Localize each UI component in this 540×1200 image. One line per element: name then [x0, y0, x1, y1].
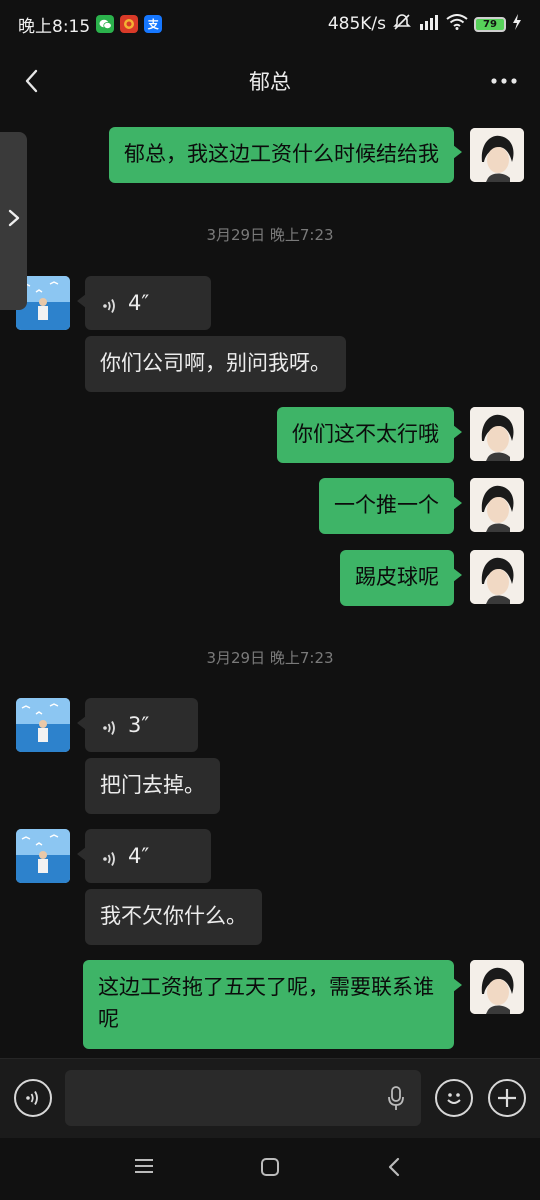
my-avatar[interactable] [470, 960, 524, 1014]
my-avatar[interactable] [470, 407, 524, 461]
voice-duration: 4″ [128, 291, 150, 315]
voice-message[interactable]: 3″ [77, 698, 198, 752]
message-bubble[interactable]: 踢皮球呢 [340, 550, 462, 606]
message-row: 4″ [0, 276, 540, 330]
message-bubble[interactable]: 我不欠你什么。 [85, 889, 262, 945]
voice-toggle-button[interactable] [14, 1079, 52, 1117]
message-bubble[interactable]: 把门去掉。 [85, 758, 220, 814]
voice-wave-icon [100, 293, 120, 313]
more-icon[interactable] [490, 66, 518, 102]
wechat-icon [96, 15, 115, 33]
message-bubble[interactable]: 你们这不太行哦 [277, 407, 462, 463]
charging-icon [512, 13, 522, 35]
chevron-right-icon [7, 208, 21, 234]
chat-area[interactable]: 郁总，我这边工资什么时候结给我 3月29日 晚上7:23 4″ 你们公司啊，别问… [0, 114, 540, 1058]
message-row: 踢皮球呢 [0, 550, 540, 606]
mute-icon [392, 12, 412, 37]
my-avatar[interactable] [470, 478, 524, 532]
message-row: 这边工资拖了五天了呢，需要联系谁呢 [0, 960, 540, 1049]
message-row: 把门去掉。 [0, 758, 540, 814]
voice-duration: 4″ [128, 844, 150, 868]
voice-message[interactable]: 4″ [77, 829, 211, 883]
signal-icon [418, 14, 440, 35]
battery-icon: 79 [474, 16, 506, 32]
menu-icon[interactable] [133, 1156, 155, 1182]
home-icon[interactable] [259, 1156, 281, 1184]
emoji-button[interactable] [435, 1079, 473, 1117]
add-button[interactable] [488, 1079, 526, 1117]
status-bar: 晚上8:15 支 485K/s 79 [0, 0, 540, 48]
message-bubble[interactable]: 一个推一个 [319, 478, 462, 534]
voice-wave-icon [100, 715, 120, 735]
voice-wave-icon [100, 846, 120, 866]
my-avatar[interactable] [470, 550, 524, 604]
wifi-icon [446, 13, 468, 35]
side-drawer-tab[interactable] [0, 132, 27, 310]
message-bubble[interactable]: 这边工资拖了五天了呢，需要联系谁呢 [83, 960, 462, 1049]
voice-message[interactable]: 4″ [77, 276, 211, 330]
voice-duration: 3″ [128, 713, 150, 737]
chat-header: 郁总 [0, 48, 540, 114]
net-speed: 485K/s [327, 14, 386, 34]
message-row: 3″ [0, 698, 540, 752]
back-nav-icon[interactable] [385, 1156, 405, 1184]
message-row: 你们这不太行哦 [0, 407, 540, 463]
message-row: 郁总，我这边工资什么时候结给我 [0, 127, 540, 183]
message-row: 一个推一个 [0, 478, 540, 534]
contact-avatar[interactable] [16, 829, 70, 883]
message-input[interactable] [65, 1070, 421, 1126]
message-row: 你们公司啊，别问我呀。 [0, 336, 540, 392]
contact-avatar[interactable] [16, 698, 70, 752]
message-row: 我不欠你什么。 [0, 889, 540, 945]
message-bubble[interactable]: 郁总，我这边工资什么时候结给我 [109, 127, 462, 183]
chat-title: 郁总 [249, 70, 291, 94]
alipay-icon: 支 [144, 15, 163, 33]
message-bubble[interactable]: 你们公司啊，别问我呀。 [85, 336, 346, 392]
input-bar [0, 1058, 540, 1138]
my-avatar[interactable] [470, 128, 524, 182]
red-app-icon [120, 15, 139, 33]
status-time: 晚上8:15 [18, 16, 91, 37]
microphone-icon[interactable] [386, 1085, 406, 1113]
message-row: 4″ [0, 829, 540, 883]
back-icon[interactable] [18, 66, 48, 96]
timestamp: 3月29日 晚上7:23 [206, 226, 334, 244]
timestamp: 3月29日 晚上7:23 [206, 649, 334, 667]
system-nav-bar [0, 1138, 540, 1200]
